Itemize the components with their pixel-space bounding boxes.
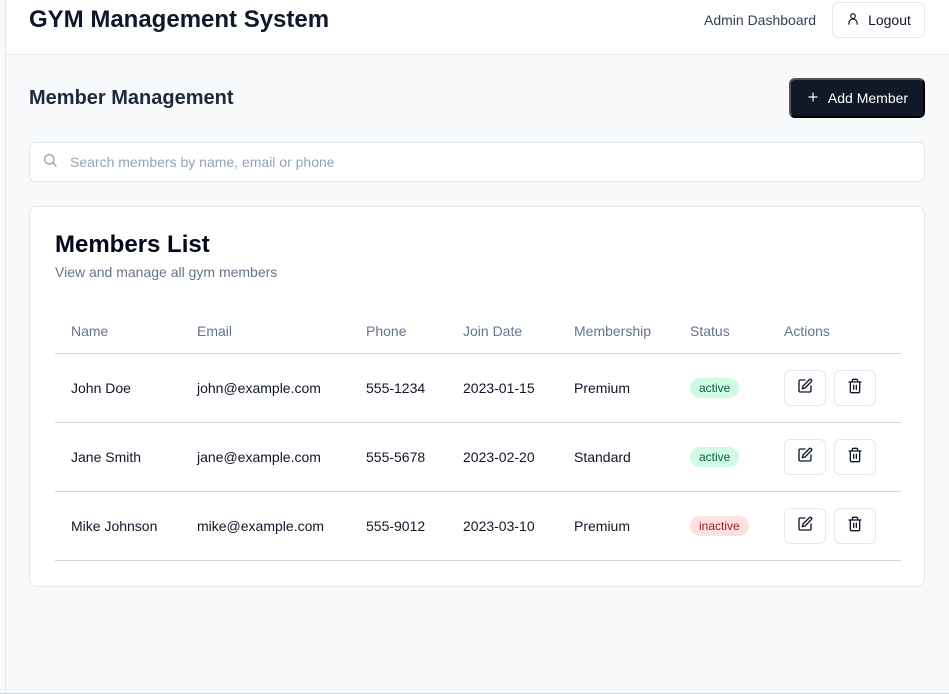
member-join-date: 2023-03-10 [447,491,558,561]
search-input[interactable] [70,154,910,170]
status-badge: inactive [690,515,749,536]
status-badge: active [690,377,740,398]
column-header-join-date: Join Date [447,309,558,354]
member-membership: Standard [558,422,674,492]
edit-icon [797,378,813,397]
search-icon [42,152,58,173]
delete-button[interactable] [834,438,876,475]
members-card: Members List View and manage all gym mem… [29,206,925,587]
status-badge: active [690,446,740,467]
column-header-email: Email [181,309,350,354]
member-email: john@example.com [181,353,350,423]
add-member-button[interactable]: Add Member [789,78,925,118]
card-subtitle: View and manage all gym members [55,264,278,280]
table-row: John Doe john@example.com 555-1234 2023-… [55,353,901,423]
admin-dashboard-label[interactable]: Admin Dashboard [704,12,816,28]
table-row: Mike Johnson mike@example.com 555-9012 2… [55,491,901,561]
delete-button[interactable] [834,507,876,544]
member-name: Mike Johnson [55,491,181,561]
edit-icon [797,516,813,535]
edit-button[interactable] [784,369,826,406]
user-icon [846,12,860,29]
app-title: GYM Management System [29,6,330,33]
search-bar [29,142,925,182]
member-phone: 555-1234 [350,353,447,423]
trash-icon [847,378,863,397]
trash-icon [847,516,863,535]
edit-button[interactable] [784,507,826,544]
member-name: John Doe [55,353,181,423]
column-header-actions: Actions [768,309,901,354]
member-membership: Premium [558,491,674,561]
members-table: Name Email Phone Join Date Membership St… [55,309,901,561]
member-phone: 555-9012 [350,491,447,561]
logout-button[interactable]: Logout [832,2,925,38]
logout-label: Logout [868,12,911,28]
app-header: GYM Management System Admin Dashboard Lo… [6,0,949,55]
member-join-date: 2023-01-15 [447,353,558,423]
page-title: Member Management [29,87,234,109]
column-header-phone: Phone [350,309,447,354]
delete-button[interactable] [834,369,876,406]
left-border [5,0,6,694]
column-header-membership: Membership [558,309,674,354]
trash-icon [847,447,863,466]
member-email: mike@example.com [181,491,350,561]
add-member-label: Add Member [827,90,909,106]
column-header-name: Name [55,309,181,354]
table-row: Jane Smith jane@example.com 555-5678 202… [55,422,901,492]
member-membership: Premium [558,353,674,423]
plus-icon [806,90,820,107]
member-name: Jane Smith [55,422,181,492]
card-title: Members List [55,231,210,258]
edit-button[interactable] [784,438,826,475]
member-email: jane@example.com [181,422,350,492]
column-header-status: Status [674,309,768,354]
edit-icon [797,447,813,466]
member-phone: 555-5678 [350,422,447,492]
member-join-date: 2023-02-20 [447,422,558,492]
table-header-row: Name Email Phone Join Date Membership St… [55,309,901,354]
